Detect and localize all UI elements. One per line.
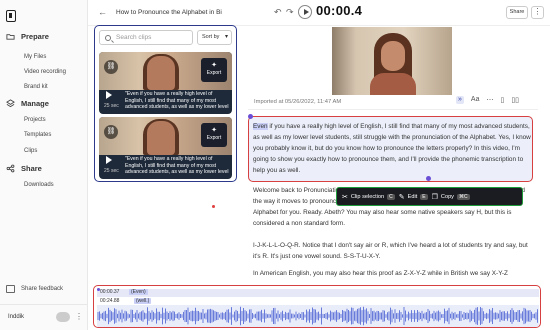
video-face — [381, 41, 405, 71]
sidebar-section-label: Manage — [21, 99, 49, 108]
sidebar-item-brand-kit[interactable]: Brand kit — [24, 84, 48, 90]
timeline-second-word: (well.) — [134, 298, 152, 304]
app-window: Prepare My Files Video recording Brand k… — [0, 0, 550, 330]
sidebar-section-label: Prepare — [21, 32, 49, 41]
folder-icon — [6, 34, 15, 40]
timecode: 00:00.4 — [316, 3, 363, 18]
share-button[interactable]: Share — [506, 6, 528, 19]
undo-icon[interactable]: ↶ — [274, 7, 282, 18]
timeline-start-time: 00:00.37 — [100, 289, 120, 295]
shortcut-key: C — [387, 193, 395, 200]
selection-toolbar: ✂ Clip selection C ✎ Edit E ❐ Copy ⌘C — [336, 187, 523, 206]
play-icon[interactable] — [104, 90, 114, 100]
top-bar: ← How to Pronounce the Alphabet in Bi ↶ … — [88, 0, 550, 26]
shortcut-key: E — [420, 193, 428, 200]
clip-text: "Even if you have a really high level of… — [125, 91, 229, 110]
thumbnail-face — [147, 56, 175, 90]
clips-panel: Search clips Sort by ⛓ ✦ Export 25 sec "… — [94, 25, 237, 182]
copy-label: Copy — [440, 193, 454, 200]
scissors-icon: ✂ — [342, 193, 348, 201]
feedback-icon — [6, 285, 15, 293]
pencil-icon: ✎ — [398, 193, 405, 201]
export-button[interactable]: ✦ Export — [201, 58, 227, 82]
transcript-tools: » Aa ⋯ ▯ ▯▯ — [456, 96, 519, 104]
search-placeholder: Search clips — [116, 34, 152, 41]
sidebar-item-downloads[interactable]: Downloads — [24, 182, 54, 188]
edit-label: Edit — [407, 193, 418, 200]
arrow-left-icon[interactable]: ← — [98, 7, 107, 17]
layers-icon — [6, 99, 15, 108]
clip-card[interactable]: ⛓ ✦ Export 25 sec "Even if you have a re… — [99, 117, 232, 179]
user-name: Inddik — [8, 314, 25, 320]
transcript-paragraph[interactable]: Even if you have a really high level of … — [253, 121, 535, 176]
selection-end-handle[interactable] — [426, 176, 431, 181]
export-icon: ✦ — [211, 62, 217, 69]
sidebar-section-prepare[interactable]: Prepare — [6, 32, 49, 41]
search-icon — [105, 35, 111, 41]
transcript-paragraph[interactable]: I-J-K-L-L-O-Q-R. Notice that I don't say… — [253, 240, 535, 262]
sidebar-item-my-files[interactable]: My Files — [24, 54, 46, 60]
share-icon — [6, 164, 15, 173]
clip-duration: 25 sec — [104, 103, 119, 109]
more-button[interactable]: ⋮ — [531, 6, 544, 19]
more-icon[interactable]: ⋯ — [486, 96, 493, 104]
sidebar-item-clips[interactable]: Clips — [24, 148, 37, 154]
clip-text: "Even if you have a really high level of… — [125, 156, 229, 175]
timeline[interactable]: 00:00.37 (Even) 00:24.88 (well.) — [93, 285, 541, 328]
export-button[interactable]: ✦ Export — [201, 123, 227, 147]
sidebar-item-video-recording[interactable]: Video recording — [24, 69, 66, 75]
sidebar-section-share[interactable]: Share — [6, 164, 42, 173]
copy-icon: ❐ — [431, 193, 438, 201]
export-icon: ✦ — [211, 127, 217, 134]
imported-timestamp: Imported at 05/26/2022, 11:47 AM — [254, 99, 342, 105]
clip-selection-button[interactable]: ✂ Clip selection C — [342, 193, 395, 201]
link-icon[interactable]: ⛓ — [104, 125, 118, 139]
single-view-icon[interactable]: ▯ — [500, 96, 504, 104]
timeline-start-word: (Even) — [129, 289, 148, 295]
clip-selection-label: Clip selection — [350, 193, 385, 200]
project-title[interactable]: How to Pronounce the Alphabet in Bi — [116, 9, 248, 16]
selected-text[interactable]: if you have a really high level of Engli… — [253, 123, 531, 174]
edit-button[interactable]: ✎ Edit E — [399, 193, 428, 201]
sidebar-section-manage[interactable]: Manage — [6, 99, 49, 108]
text-size-icon[interactable]: Aa — [471, 96, 480, 104]
collapse-chevron-icon[interactable]: » — [456, 96, 464, 104]
split-view-icon[interactable]: ▯▯ — [511, 96, 519, 104]
export-label: Export — [206, 70, 222, 76]
sort-by-select[interactable]: Sort by — [197, 30, 232, 45]
more-options-icon[interactable]: ⋮ — [75, 312, 83, 321]
clip-card[interactable]: ⛓ ✦ Export 25 sec "Even if you have a re… — [99, 52, 232, 114]
marker-dot — [212, 205, 215, 208]
shortcut-key: ⌘C — [456, 193, 470, 200]
thumbnail-face — [147, 121, 175, 155]
selection-start-handle[interactable] — [248, 114, 253, 119]
redo-icon[interactable]: ↷ — [286, 7, 294, 18]
search-input[interactable]: Search clips — [99, 30, 193, 45]
play-icon[interactable] — [104, 155, 114, 165]
audio-waveform[interactable] — [94, 305, 541, 327]
video-preview[interactable] — [332, 27, 452, 95]
link-icon[interactable]: ⛓ — [104, 60, 118, 74]
selected-word[interactable]: Even — [253, 123, 268, 130]
share-feedback-button[interactable]: Share feedback — [6, 285, 63, 293]
video-body — [370, 73, 416, 95]
export-label: Export — [206, 135, 222, 141]
play-button[interactable] — [298, 5, 312, 19]
timeline-second-time: 00:24.88 — [100, 298, 120, 304]
timeline-selection-segment[interactable] — [97, 289, 539, 297]
transcript-paragraph[interactable]: In American English, you may also hear t… — [253, 268, 535, 279]
sidebar: Prepare My Files Video recording Brand k… — [0, 0, 88, 330]
copy-button[interactable]: ❐ Copy ⌘C — [432, 193, 470, 201]
user-menu[interactable]: Inddik ⋮ — [0, 304, 88, 330]
divider — [248, 109, 538, 110]
sidebar-item-templates[interactable]: Templates — [24, 132, 51, 138]
app-logo-icon[interactable] — [6, 10, 16, 22]
sidebar-item-projects[interactable]: Projects — [24, 117, 46, 123]
clip-duration: 25 sec — [104, 168, 119, 174]
sidebar-section-label: Share — [21, 164, 42, 173]
avatar — [56, 312, 70, 322]
share-feedback-label: Share feedback — [21, 286, 64, 292]
